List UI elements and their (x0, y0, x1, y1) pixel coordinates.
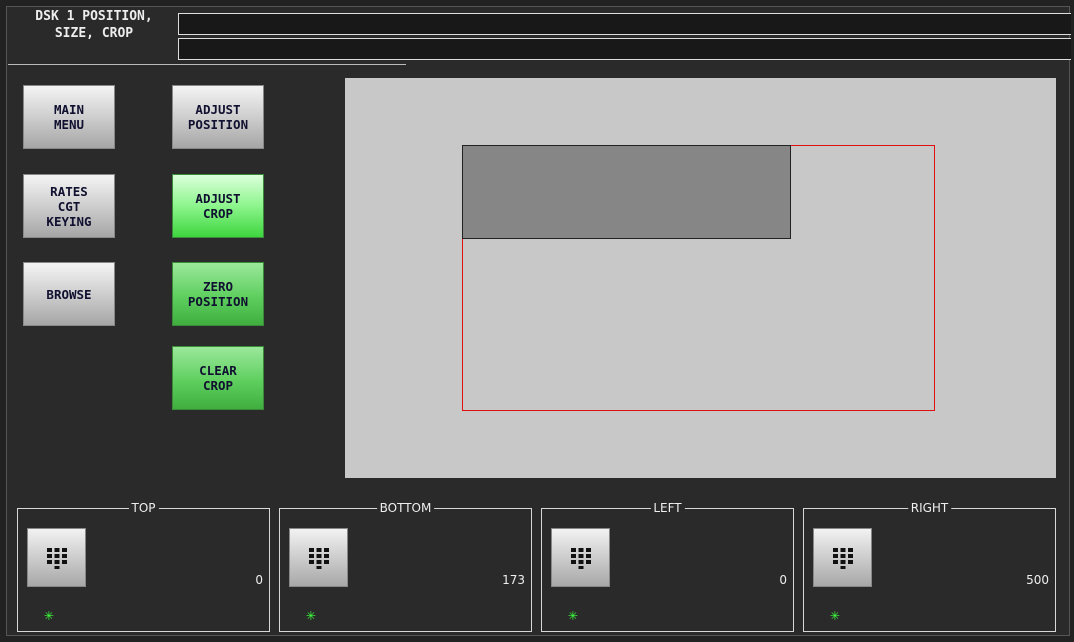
panel-label-right: RIGHT (907, 500, 952, 516)
panel-label-top: TOP (128, 500, 159, 516)
crop-top-panel: TOP 0 ✳ (17, 500, 270, 632)
keypad-icon[interactable] (551, 528, 610, 587)
crop-right-value: 500 (1026, 573, 1049, 587)
clear-crop-button[interactable]: CLEAR CROP (172, 346, 264, 410)
keypad-grid-icon (46, 547, 67, 569)
keypad-icon[interactable] (27, 528, 86, 587)
panel-label-left: LEFT (650, 500, 685, 516)
green-star-icon: ✳ (44, 605, 54, 624)
message-line-2 (178, 38, 1071, 60)
page-title: DSK 1 POSITION, SIZE, CROP (35, 9, 153, 41)
keypad-icon[interactable] (813, 528, 872, 587)
crop-region[interactable] (462, 145, 791, 239)
crop-left-value: 0 (779, 573, 787, 587)
crop-preview-area[interactable] (345, 78, 1056, 478)
main-menu-button[interactable]: MAIN MENU (23, 85, 115, 149)
zero-position-button[interactable]: ZERO POSITION (172, 262, 264, 326)
green-star-icon: ✳ (568, 605, 578, 624)
panel-label-bottom: BOTTOM (376, 500, 435, 516)
header-divider (8, 64, 406, 65)
adjust-position-button[interactable]: ADJUST POSITION (172, 85, 264, 149)
crop-bottom-panel: BOTTOM 173 ✳ (279, 500, 532, 632)
crop-right-panel: RIGHT 500 ✳ (803, 500, 1056, 632)
message-line-1 (178, 13, 1071, 35)
green-star-icon: ✳ (306, 605, 316, 624)
crop-bottom-value: 173 (502, 573, 525, 587)
keypad-grid-icon (832, 547, 853, 569)
browse-button[interactable]: BROWSE (23, 262, 115, 326)
green-star-icon: ✳ (830, 605, 840, 624)
crop-left-panel: LEFT 0 ✳ (541, 500, 794, 632)
adjust-crop-button[interactable]: ADJUST CROP (172, 174, 264, 238)
crop-top-value: 0 (255, 573, 263, 587)
keypad-icon[interactable] (289, 528, 348, 587)
rates-cgt-keying-button[interactable]: RATES CGT KEYING (23, 174, 115, 238)
keypad-grid-icon (570, 547, 591, 569)
keypad-grid-icon (308, 547, 329, 569)
